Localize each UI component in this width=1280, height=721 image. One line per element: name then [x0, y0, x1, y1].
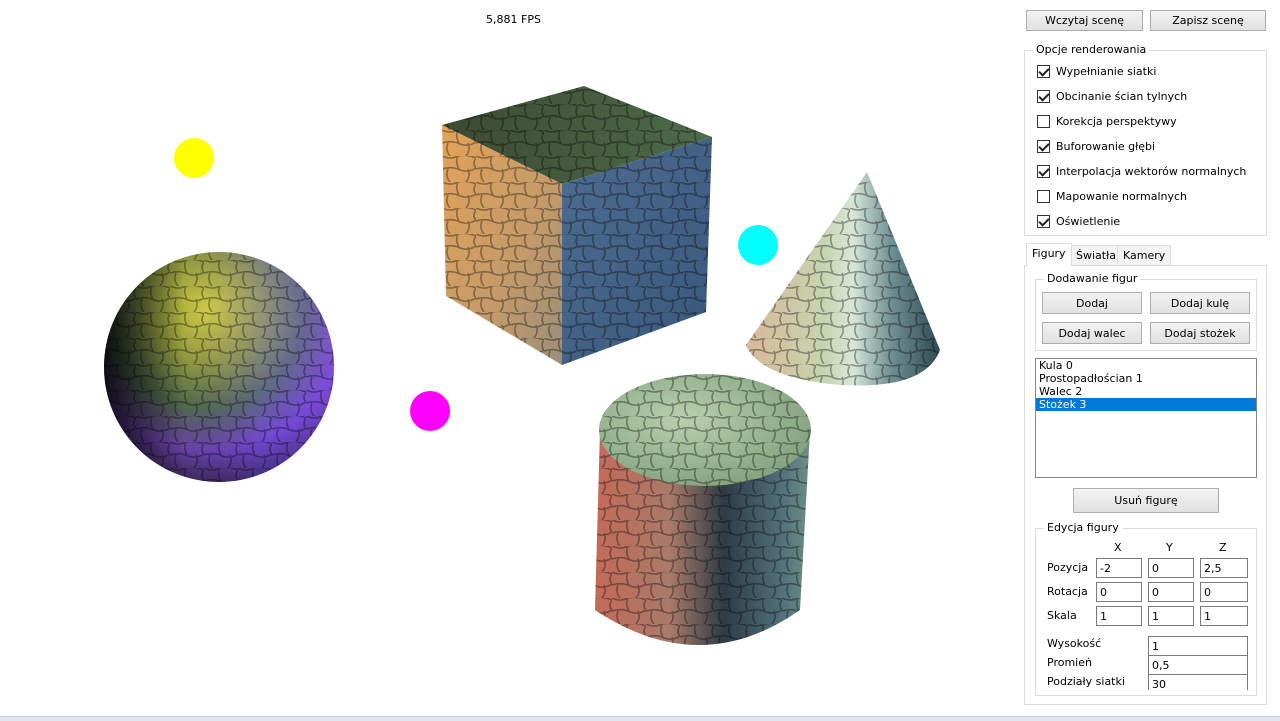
height-label: Wysokość: [1047, 637, 1102, 650]
axis-x-label: X: [1114, 541, 1122, 554]
rotation-label: Rotacja: [1047, 585, 1088, 598]
render-option-checkbox[interactable]: Oświetlenie: [1037, 213, 1120, 229]
render-option-label: Interpolacja wektorów normalnych: [1056, 164, 1247, 178]
load-scene-button[interactable]: Wczytaj scenę: [1026, 10, 1143, 31]
scale-x-input[interactable]: 1: [1096, 606, 1142, 626]
axis-y-label: Y: [1166, 541, 1173, 554]
render-option-label: Mapowanie normalnych: [1056, 189, 1188, 203]
render-option-checkbox[interactable]: Mapowanie normalnych: [1037, 188, 1187, 204]
subdivisions-label: Podziały siatki: [1047, 675, 1125, 688]
light-cyan: [738, 225, 778, 265]
figure-list-item[interactable]: Walec 2: [1036, 385, 1256, 398]
render-option-label: Obcinanie ścian tylnych: [1056, 89, 1188, 103]
tab-figures[interactable]: Figury: [1026, 243, 1072, 266]
position-y-input[interactable]: 0: [1148, 558, 1194, 578]
add-cone-button[interactable]: Dodaj stożek: [1150, 322, 1250, 344]
height-input[interactable]: 1: [1148, 636, 1248, 656]
checkbox-box[interactable]: [1037, 114, 1050, 128]
box-object: [442, 86, 712, 365]
edit-figure-title: Edycja figury: [1044, 521, 1122, 534]
tab-cameras[interactable]: Kamery: [1117, 245, 1172, 265]
save-scene-button[interactable]: Zapisz scenę: [1150, 10, 1266, 31]
checkbox-box[interactable]: [1037, 214, 1050, 228]
rotation-x-input[interactable]: 0: [1096, 582, 1142, 602]
figure-list-item[interactable]: Stożek 3: [1036, 398, 1256, 411]
cone-object: [746, 172, 940, 386]
render-option-label: Korekcja perspektywy: [1056, 114, 1177, 128]
scale-y-input[interactable]: 1: [1148, 606, 1194, 626]
scene-canvas: [104, 86, 940, 645]
render-option-label: Buforowanie głębi: [1056, 139, 1156, 153]
checkbox-box[interactable]: [1037, 139, 1050, 153]
position-z-input[interactable]: 2,5: [1200, 558, 1248, 578]
figure-list-item[interactable]: Prostopadłościan 1: [1036, 372, 1256, 385]
render-options-group: Opcje renderowania Wypełnianie siatki Obc…: [1024, 43, 1267, 236]
figure-list-item[interactable]: Kula 0: [1036, 359, 1256, 372]
render-option-checkbox[interactable]: Obcinanie ścian tylnych: [1037, 88, 1187, 104]
radius-label: Promień: [1047, 656, 1092, 669]
render-option-checkbox[interactable]: Wypełnianie siatki: [1037, 63, 1156, 79]
cylinder-object: [595, 374, 811, 645]
light-yellow: [174, 138, 214, 178]
add-cylinder-button[interactable]: Dodaj walec: [1042, 322, 1142, 344]
sphere-object: [104, 252, 334, 482]
add-sphere-button[interactable]: Dodaj kulę: [1150, 292, 1250, 314]
remove-figure-button[interactable]: Usuń figurę: [1073, 488, 1219, 513]
light-magenta: [410, 391, 450, 431]
rotation-z-input[interactable]: 0: [1200, 582, 1248, 602]
render-option-checkbox[interactable]: Korekcja perspektywy: [1037, 113, 1177, 129]
position-x-input[interactable]: -2: [1096, 558, 1142, 578]
render-option-label: Wypełnianie siatki: [1056, 64, 1157, 78]
scale-z-input[interactable]: 1: [1200, 606, 1248, 626]
checkbox-box[interactable]: [1037, 164, 1050, 178]
rotation-y-input[interactable]: 0: [1148, 582, 1194, 602]
tab-lights[interactable]: Światła: [1070, 245, 1122, 265]
render-option-checkbox[interactable]: Buforowanie głębi: [1037, 138, 1155, 154]
checkbox-box[interactable]: [1037, 189, 1050, 203]
subdivisions-input[interactable]: 30: [1148, 674, 1248, 690]
axis-z-label: Z: [1219, 541, 1227, 554]
window-bottom-edge: [0, 716, 1280, 721]
figure-list[interactable]: Kula 0 Prostopadłościan 1 Walec 2 Stożek…: [1035, 358, 1257, 478]
add-figures-title: Dodawanie figur: [1044, 272, 1141, 285]
render-option-label: Oświetlenie: [1056, 214, 1121, 228]
render-option-checkbox[interactable]: Interpolacja wektorów normalnych: [1037, 163, 1246, 179]
checkbox-box[interactable]: [1037, 64, 1050, 78]
position-label: Pozycja: [1047, 561, 1089, 574]
scale-label: Skala: [1047, 609, 1077, 622]
render-viewport[interactable]: 5,881 FPS: [0, 0, 1018, 716]
checkbox-box[interactable]: [1037, 89, 1050, 103]
radius-input[interactable]: 0,5: [1148, 655, 1248, 675]
add-button[interactable]: Dodaj: [1042, 292, 1142, 314]
render-options-title: Opcje renderowania: [1033, 43, 1150, 56]
